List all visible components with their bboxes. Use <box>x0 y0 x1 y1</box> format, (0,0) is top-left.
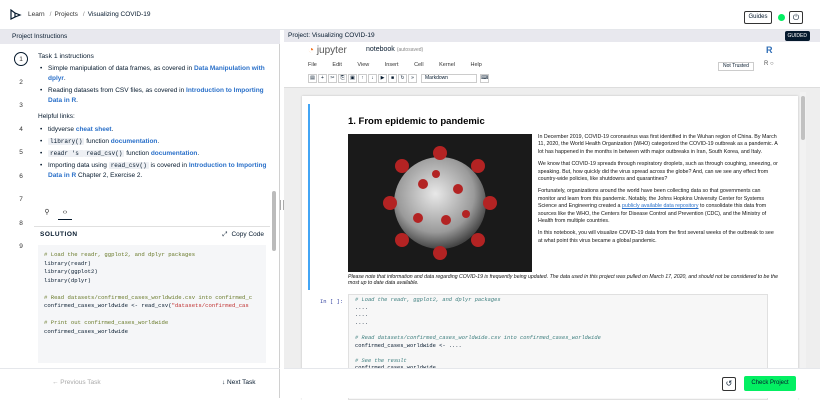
guides-button[interactable]: Guides <box>744 11 772 24</box>
next-task-button[interactable]: ↓ Next Task <box>222 379 255 386</box>
data-note: Please note that information and data re… <box>348 274 778 286</box>
breadcrumb-projects[interactable]: Projects <box>54 11 77 18</box>
step-9[interactable]: 9 <box>14 240 28 254</box>
cut-icon[interactable]: ✂ <box>328 74 337 83</box>
markdown-text: In December 2019, COVID-19 coronavirus w… <box>538 134 778 250</box>
breadcrumb-current: Visualizing COVID-19 <box>87 11 151 18</box>
data-repository-link[interactable]: publicly available data repository <box>622 203 699 209</box>
step-7[interactable]: 7 <box>14 193 28 207</box>
list-item: Reading datasets from CSV files, as cove… <box>40 86 272 106</box>
link[interactable]: documentation <box>111 138 158 145</box>
notebook-toolbar: ▤ + ✂ ⎘ ▣ ↑ ↓ ▶ ■ ↻» Markdown ⌨ <box>308 74 490 84</box>
previous-task-button[interactable]: ← Previous Task <box>52 379 101 386</box>
restart-icon[interactable]: ↻ <box>398 74 407 83</box>
status-dot <box>778 14 785 21</box>
menu-file[interactable]: File <box>308 62 317 68</box>
hint-tabs: ⚲ ‹› <box>38 206 272 222</box>
menu-help[interactable]: Help <box>471 62 482 68</box>
list-item: Importing data using read_csv() is cover… <box>40 161 272 181</box>
step-4[interactable]: 4 <box>14 123 28 137</box>
notebook-footer: ↺ Check Project <box>284 368 820 398</box>
list-item: Simple manipulation of data frames, as c… <box>40 64 272 84</box>
keyboard-icon[interactable]: ⌨ <box>480 74 489 83</box>
step-2[interactable]: 2 <box>14 76 28 90</box>
task-navigation: ← Previous Task ↓ Next Task <box>0 368 280 398</box>
menu-kernel[interactable]: Kernel <box>439 62 455 68</box>
task-title: Task 1 instructions <box>38 53 94 60</box>
list-item: tidyverse cheat sheet. <box>40 125 272 135</box>
project-title: Project: Visualizing COVID-19 GUIDED <box>284 30 820 42</box>
reset-icon[interactable]: ↺ <box>722 377 736 391</box>
not-trusted-button[interactable]: Not Trusted <box>718 62 754 71</box>
notebook-body: 1. From epidemic to pandemic In December… <box>302 96 798 400</box>
code-icon[interactable]: ‹› <box>58 206 72 220</box>
power-icon[interactable]: ⏻ <box>789 11 803 24</box>
coronavirus-image <box>348 134 532 272</box>
instructions-panel: Project Instructions 1 2 3 4 5 6 7 8 9 T… <box>0 30 280 398</box>
datacamp-logo-icon[interactable] <box>10 9 22 21</box>
paragraph: In this notebook, you will visualize COV… <box>538 230 774 244</box>
notebook-scrollbar[interactable] <box>800 92 806 398</box>
step-5[interactable]: 5 <box>14 146 28 160</box>
cell-prompt: In [ ]: <box>320 298 344 305</box>
helpful-links-list: tidyverse cheat sheet. library() functio… <box>38 125 272 181</box>
instructions-scrollbar[interactable] <box>272 66 276 378</box>
jupyter-logo[interactable]: ◔ jupyter <box>308 45 347 56</box>
run-icon[interactable]: ▶ <box>378 74 387 83</box>
solution-section: SOLUTION ⤢ Copy Code # Load the readr, gg… <box>34 226 270 366</box>
copy-code-button[interactable]: ⤢ Copy Code <box>222 231 264 239</box>
menu-view[interactable]: View <box>357 62 369 68</box>
helpful-links-title: Helpful links: <box>38 113 75 120</box>
notebook-panel: Project: Visualizing COVID-19 GUIDED ◔ j… <box>284 30 820 400</box>
top-bar: Learn / Projects / Visualizing COVID-19 Guid… <box>0 0 820 30</box>
move-up-icon[interactable]: ↑ <box>358 74 367 83</box>
lightbulb-icon[interactable]: ⚲ <box>40 206 54 220</box>
prereq-list: Simple manipulation of data frames, as c… <box>38 64 272 106</box>
solution-code[interactable]: # Load the readr, ggplot2, and dplyr pac… <box>38 245 266 363</box>
breadcrumb: Learn / Projects / Visualizing COVID-19 <box>28 11 151 18</box>
kernel-status: R ○ <box>764 61 774 67</box>
paste-icon[interactable]: ▣ <box>348 74 357 83</box>
move-down-icon[interactable]: ↓ <box>368 74 377 83</box>
check-project-button[interactable]: Check Project <box>744 376 796 391</box>
notebook-name[interactable]: notebook (autosaved) <box>366 46 423 53</box>
breadcrumb-learn[interactable]: Learn <box>28 11 45 18</box>
fast-forward-icon[interactable]: » <box>408 74 417 83</box>
cell-heading: 1. From epidemic to pandemic <box>348 116 485 127</box>
stop-icon[interactable]: ■ <box>388 74 397 83</box>
task-steps: 1 2 3 4 5 6 7 8 9 <box>10 52 32 264</box>
step-8[interactable]: 8 <box>14 217 28 231</box>
menu-cell[interactable]: Cell <box>414 62 423 68</box>
jupyter-header: ◔ jupyter notebook (autosaved) R File Edi… <box>284 42 820 88</box>
step-1[interactable]: 1 <box>14 52 28 66</box>
paragraph: In December 2019, COVID-19 coronavirus w… <box>538 134 778 155</box>
link[interactable]: cheat sheet <box>76 126 112 133</box>
copy-icon[interactable]: ⎘ <box>338 74 347 83</box>
link[interactable]: documentation <box>151 150 198 157</box>
save-icon[interactable]: ▤ <box>308 74 317 83</box>
step-3[interactable]: 3 <box>14 99 28 113</box>
list-item: library() function documentation. <box>40 137 272 147</box>
panel-title: Project Instructions <box>0 30 280 44</box>
cell-type-select[interactable]: Markdown <box>421 74 477 83</box>
menu-edit[interactable]: Edit <box>332 62 341 68</box>
list-item: readr 's read_csv() function documentati… <box>40 149 272 159</box>
menu-insert[interactable]: Insert <box>385 62 399 68</box>
notebook-menubar: File Edit View Insert Cell Kernel Help <box>308 62 496 68</box>
add-cell-icon[interactable]: + <box>318 74 327 83</box>
copy-icon: ⤢ <box>222 231 228 238</box>
task-instructions: Task 1 instructions Simple manipulation … <box>38 52 272 222</box>
r-kernel-icon: R <box>766 45 773 55</box>
step-6[interactable]: 6 <box>14 170 28 184</box>
guided-badge: GUIDED <box>784 31 810 41</box>
solution-label: SOLUTION <box>40 231 78 238</box>
paragraph: Fortunately, organizations around the wo… <box>538 188 767 225</box>
paragraph: We know that COVID-19 spreads through re… <box>538 161 778 183</box>
jupyter-ring-icon: ◔ <box>308 45 315 56</box>
